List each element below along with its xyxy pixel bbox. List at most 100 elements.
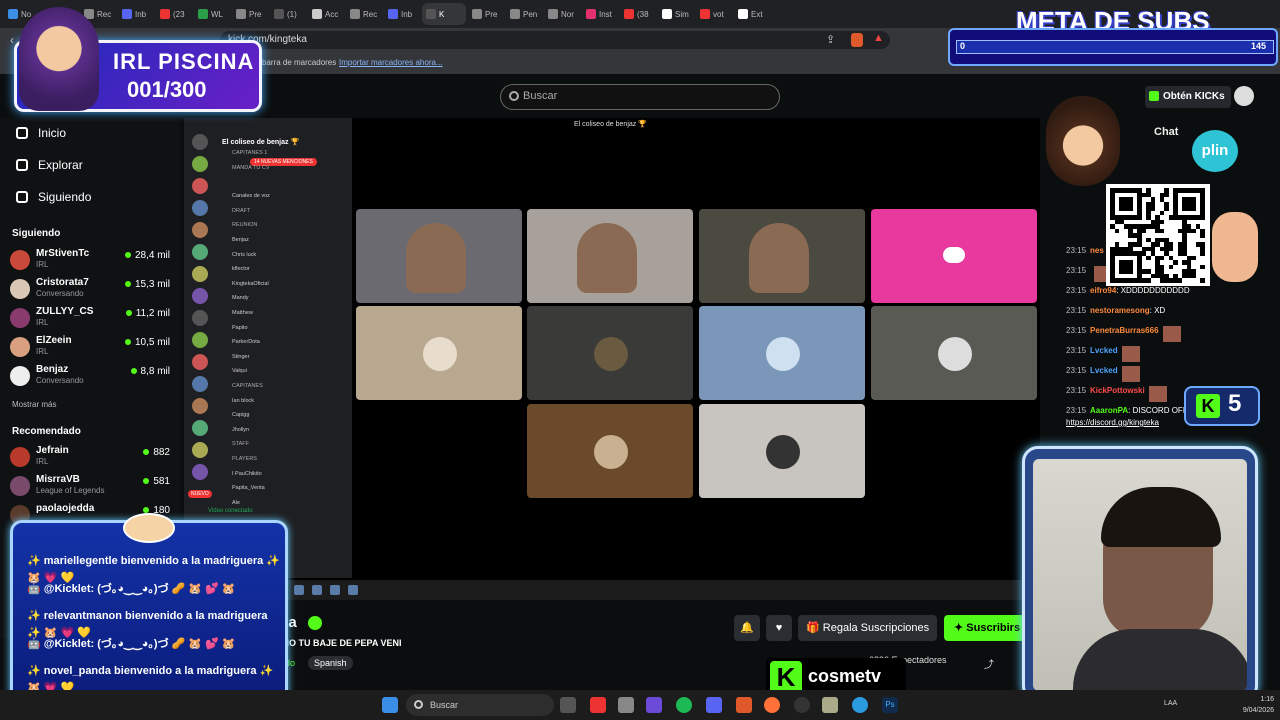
discord-channel[interactable]: DRAFT <box>232 208 250 214</box>
video-tile[interactable] <box>699 306 865 400</box>
video-tile[interactable] <box>699 209 865 303</box>
server-icon[interactable] <box>192 244 208 260</box>
system-clock[interactable]: 1:16 9/04/2026 <box>1243 694 1274 716</box>
browser-tab[interactable]: Inst <box>582 3 618 25</box>
browser-tab[interactable]: Pre <box>468 3 504 25</box>
browser-tab[interactable]: Inb <box>384 3 420 25</box>
video-tile[interactable] <box>527 404 693 498</box>
discord-channel[interactable]: Jhollyn <box>232 427 249 433</box>
chat-username[interactable]: PenetraBurras666 <box>1090 326 1158 335</box>
server-icon[interactable] <box>192 464 208 480</box>
share-icon[interactable]: ⇪ <box>826 33 835 46</box>
chat-username[interactable]: Lvcked <box>1090 366 1118 375</box>
app-icon-2[interactable] <box>618 697 634 713</box>
channel-item[interactable]: Jefrain IRL 882 <box>10 445 170 471</box>
discord-channel[interactable]: KingtekaOficial <box>232 281 269 287</box>
server-icon[interactable] <box>192 420 208 436</box>
show-more-link[interactable]: Mostrar más <box>12 400 56 409</box>
stream-player[interactable]: El coliseo de benjaz 🏆 14 NUEVAS MENCIONE… <box>184 118 1040 600</box>
keyboard-language[interactable]: LAA <box>1164 700 1177 707</box>
gift-subs-button[interactable]: 🎁 Regala Suscripciones <box>798 615 938 641</box>
browser-tab[interactable]: Pen <box>506 3 542 25</box>
taskbar-search[interactable]: Buscar <box>406 694 554 716</box>
app-icon-4[interactable] <box>822 697 838 713</box>
video-tile[interactable] <box>527 209 693 303</box>
get-kicks-button[interactable]: Obtén KICKs <box>1145 86 1231 108</box>
discord-channel[interactable]: I PauChikito <box>232 471 262 477</box>
url-field[interactable]: kick.com/kingteka <box>220 31 890 49</box>
discord-channel[interactable]: REUNION <box>232 222 257 228</box>
channel-item[interactable]: ElZeein IRL 10,5 mil <box>10 335 170 361</box>
discord-channel[interactable]: Chris luck <box>232 252 256 258</box>
nav-explorar[interactable]: Explorar <box>16 158 83 172</box>
discord-channel[interactable]: Valqui <box>232 368 247 374</box>
app-icon-3[interactable] <box>646 697 662 713</box>
server-icon[interactable] <box>192 178 208 194</box>
discord-channel[interactable]: Capigg <box>232 412 249 418</box>
spotify-icon[interactable] <box>676 697 692 713</box>
obs-icon[interactable] <box>794 697 810 713</box>
discord-channel[interactable]: Papito <box>232 325 248 331</box>
channel-item[interactable]: MisrraVB League of Legends 581 <box>10 474 170 500</box>
browser-tab[interactable]: vot <box>696 3 732 25</box>
discord-channel[interactable]: Mandy <box>232 295 249 301</box>
server-icon[interactable] <box>192 376 208 392</box>
brave-icon[interactable] <box>736 697 752 713</box>
share-stream-icon[interactable]: ⤴ <box>984 656 994 671</box>
server-icon[interactable] <box>192 266 208 282</box>
video-tile[interactable] <box>356 209 522 303</box>
discord-channel[interactable]: MANDA TU CV <box>232 165 270 171</box>
photoshop-icon[interactable]: Ps <box>882 697 898 713</box>
browser-tab[interactable]: Pre <box>232 3 268 25</box>
channel-item[interactable]: Cristorata7 Conversando 15,3 mil <box>10 277 170 303</box>
server-icon[interactable] <box>192 134 208 150</box>
discord-channel[interactable]: PLAYERS <box>232 456 257 462</box>
server-icon[interactable] <box>192 310 208 326</box>
chat-username[interactable]: nestoramesong <box>1090 306 1150 315</box>
nav-siguiendo[interactable]: Siguiendo <box>16 190 91 204</box>
brave-shield-icon[interactable] <box>851 33 863 47</box>
server-icon[interactable] <box>192 398 208 414</box>
discord-channel[interactable]: kflector <box>232 266 250 272</box>
browser-tab[interactable]: Inb <box>118 3 154 25</box>
browser-tab[interactable]: WL <box>194 3 230 25</box>
windows-start-icon[interactable] <box>382 697 398 713</box>
browser-tab[interactable]: K <box>422 3 466 25</box>
discord-channel[interactable]: Canales de voz <box>232 193 270 199</box>
video-tile[interactable] <box>871 306 1037 400</box>
discord-channel[interactable]: ParkerDota <box>232 339 260 345</box>
chat-username[interactable]: AaaronPA <box>1090 406 1128 415</box>
server-icon[interactable] <box>192 288 208 304</box>
discord-channel[interactable]: Stinger <box>232 354 249 360</box>
browser-tab[interactable]: (23 <box>156 3 192 25</box>
heart-follow-icon[interactable]: ♥ <box>766 615 792 641</box>
browser-tab[interactable]: Nor <box>544 3 580 25</box>
chat-username[interactable]: Lvcked <box>1090 346 1118 355</box>
search-input[interactable]: Buscar <box>500 84 780 110</box>
task-view-icon[interactable] <box>560 697 576 713</box>
browser-tab[interactable]: Acc <box>308 3 344 25</box>
server-icon[interactable] <box>192 156 208 172</box>
discord-channel[interactable]: CAPITANES 1 <box>232 150 267 156</box>
nav-inicio[interactable]: Inicio <box>16 126 66 140</box>
back-icon[interactable]: ‹ <box>10 33 14 47</box>
app-icon-1[interactable] <box>590 697 606 713</box>
user-avatar[interactable] <box>1234 86 1254 106</box>
browser-tab[interactable]: Rec <box>346 3 382 25</box>
edge-icon[interactable] <box>852 697 868 713</box>
browser-tab[interactable]: (38 <box>620 3 656 25</box>
server-icon[interactable] <box>192 354 208 370</box>
discord-channel[interactable]: Ian block <box>232 398 254 404</box>
discord-icon[interactable] <box>706 697 722 713</box>
discord-channel[interactable]: Benjaz <box>232 237 249 243</box>
browser-tab[interactable]: (1) <box>270 3 306 25</box>
video-tile[interactable] <box>356 306 522 400</box>
channel-item[interactable]: ZULLYY_CS IRL 11,2 mil <box>10 306 170 332</box>
browser-tab[interactable]: Sim <box>658 3 694 25</box>
bell-icon[interactable]: 🔔 <box>734 615 760 641</box>
firefox-icon[interactable] <box>764 697 780 713</box>
chat-discord-link[interactable]: https://discord.gg/kingteka <box>1066 418 1159 427</box>
channel-item[interactable]: Benjaz Conversando 8,8 mil <box>10 364 170 390</box>
import-bookmarks-link[interactable]: Importar marcadores ahora... <box>339 58 443 67</box>
channel-item[interactable]: MrStivenTc IRL 28,4 mil <box>10 248 170 274</box>
